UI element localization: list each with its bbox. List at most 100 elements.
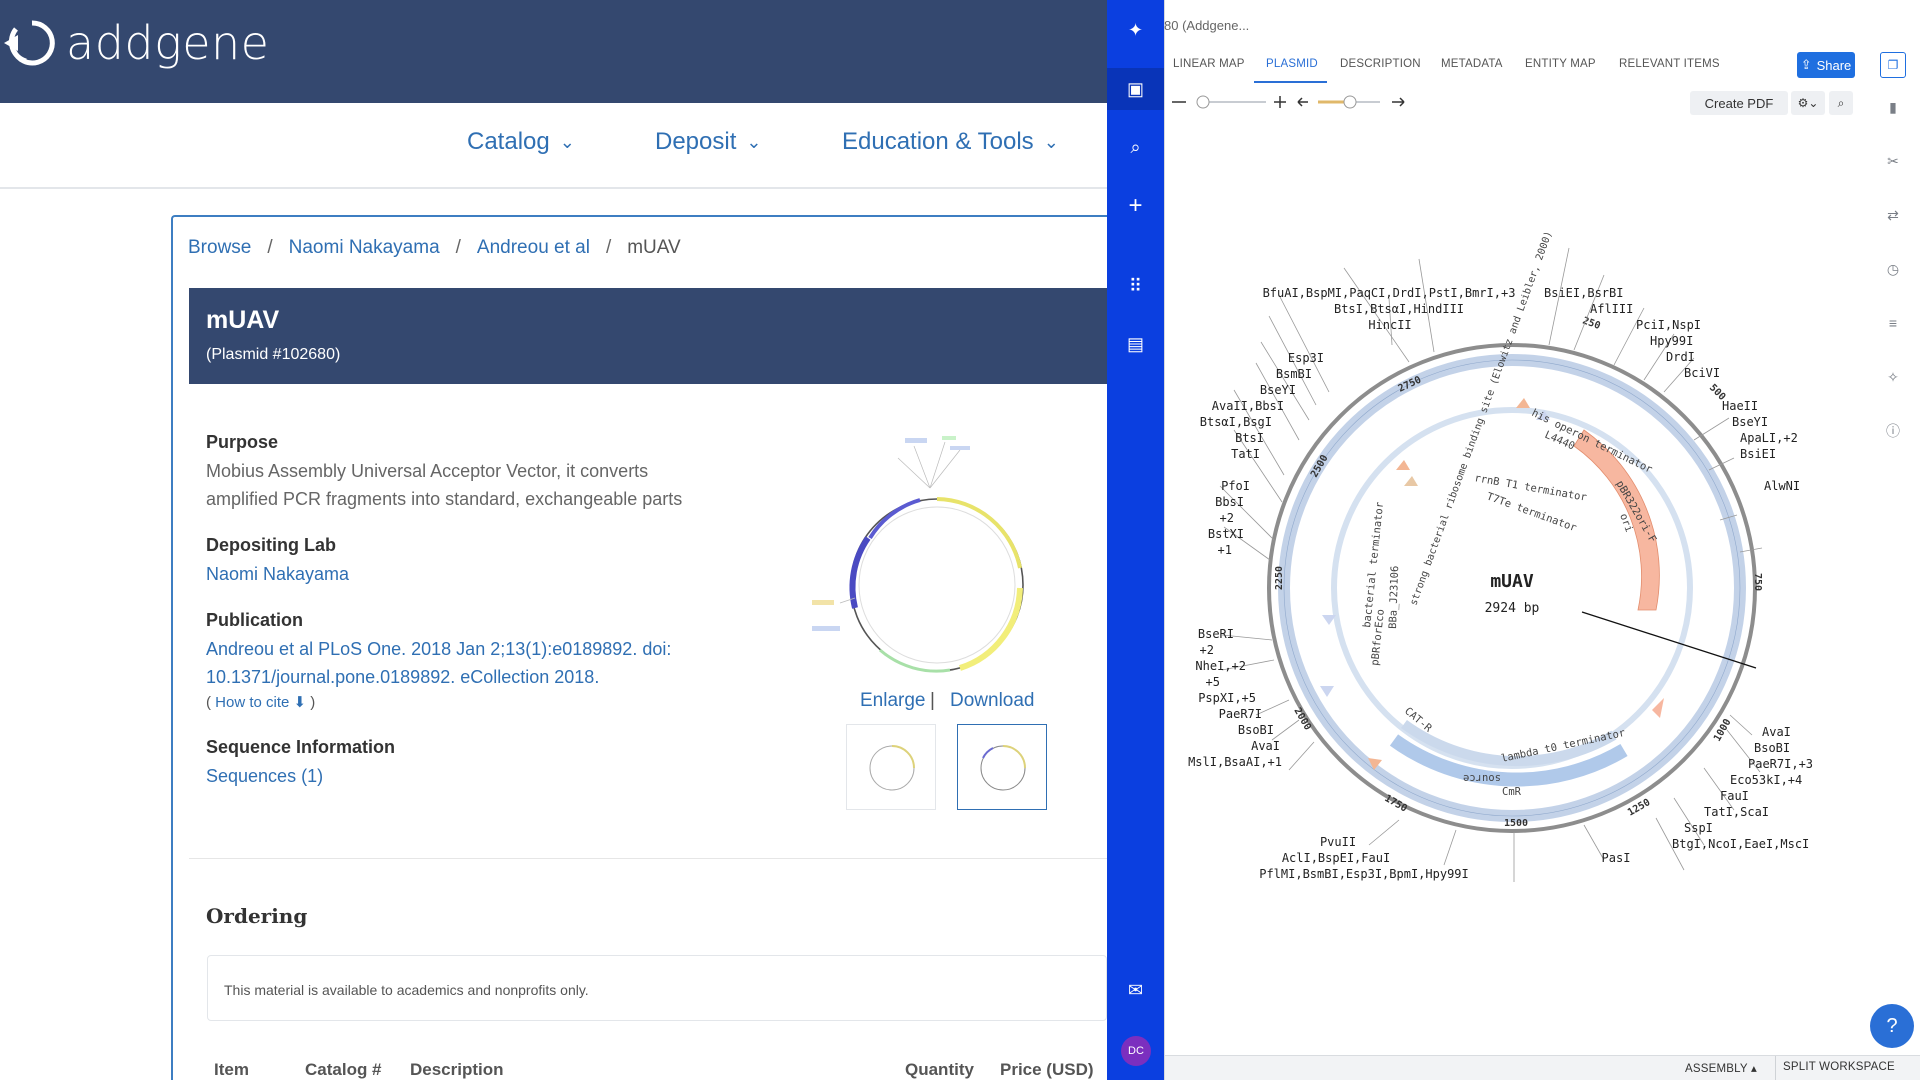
zoom-slider-handle	[1196, 95, 1210, 109]
enzyme-label: PflMI,BsmBI,Esp3I,BpmI,Hpy99I	[1259, 867, 1469, 881]
split-workspace-button[interactable]: SPLIT WORKSPACE	[1783, 1061, 1895, 1073]
enzyme-label: Esp3I	[1288, 351, 1324, 365]
nav-catalog[interactable]: Catalog ⌄	[467, 128, 575, 156]
enzyme-label: HincII	[1368, 318, 1411, 332]
enzyme-label: PspXI,+5	[1198, 691, 1256, 705]
history-icon[interactable]: ◷	[1866, 254, 1920, 284]
how-to-cite[interactable]: ( How to cite ⬇ )	[206, 693, 315, 711]
breadcrumb: Browse / Naomi Nakayama / Andreou et al …	[188, 237, 681, 259]
enzyme-label: PasI	[1602, 851, 1631, 865]
nav-deposit-label: Deposit	[655, 128, 737, 155]
chevron-down-icon: ⌄	[1043, 131, 1059, 152]
enzyme-label: +5	[1206, 675, 1220, 689]
avatar[interactable]: DC	[1121, 1036, 1151, 1066]
lab-link[interactable]: Naomi Nakayama	[206, 560, 349, 588]
nav-education-tools[interactable]: Education & Tools ⌄	[842, 128, 1059, 156]
map-thumbnail-2[interactable]	[957, 724, 1047, 810]
info-icon[interactable]: ⓘ	[1866, 416, 1920, 446]
enzyme-label: +2	[1220, 511, 1234, 525]
enzyme-label: BseRI	[1198, 627, 1234, 641]
tab-linear-map[interactable]: LINEAR MAP	[1173, 58, 1245, 70]
purpose-heading: Purpose	[206, 432, 279, 452]
plasmid-id: (Plasmid #102680)	[206, 346, 341, 363]
breadcrumb-browse[interactable]: Browse	[188, 237, 251, 259]
folder-icon[interactable]: ▤	[1107, 324, 1164, 364]
enzyme-label: Hpy99I	[1650, 334, 1693, 348]
tab-plasmid[interactable]: PLASMID	[1266, 58, 1318, 70]
tab-entity-map[interactable]: ENTITY MAP	[1525, 58, 1596, 70]
feature-label: BBa_J23106	[1387, 566, 1401, 630]
enzyme-label: PaeR7I	[1219, 707, 1262, 721]
sequence-heading: Sequence Information	[206, 737, 396, 757]
create-pdf-button[interactable]: Create PDF	[1690, 91, 1788, 115]
enzyme-label: BstXI	[1208, 527, 1244, 541]
plasmid-map-image[interactable]	[810, 428, 1040, 688]
benchling-logo-icon[interactable]: ✦	[1107, 10, 1164, 50]
scissors-icon[interactable]: ✂	[1866, 146, 1920, 176]
tab-relevant-items[interactable]: RELEVANT ITEMS	[1619, 58, 1720, 70]
plus-icon[interactable]: +	[1107, 186, 1164, 226]
enzyme-label: BtgI,NcoI,EaeI,MscI	[1672, 837, 1809, 851]
enzyme-label: +2	[1200, 643, 1214, 657]
enzyme-label: NheI,+2	[1195, 659, 1246, 673]
enzyme-label: AclI,BspEI,FauI	[1282, 851, 1390, 865]
title-band: mUAV (Plasmid #102680)	[189, 288, 1107, 384]
enzyme-label: HaeII	[1722, 399, 1758, 413]
page-title: mUAV	[206, 306, 280, 334]
enzyme-label: +1	[1218, 543, 1232, 557]
col-catalog: Catalog #	[305, 1060, 382, 1079]
enzyme-label: BbsI	[1215, 495, 1244, 509]
enzyme-label: AlwNI	[1764, 479, 1800, 493]
enzyme-label: BseYI	[1732, 415, 1768, 429]
enlarge-link[interactable]: Enlarge	[860, 690, 926, 712]
tick-1750: 1750	[1383, 793, 1409, 815]
share-icon: ⇪	[1800, 57, 1812, 72]
download-arrow-icon: ⬇	[293, 694, 307, 711]
bookmark-icon[interactable]: ▮	[1866, 92, 1920, 122]
plasmid-length: 2924 bp	[1485, 601, 1540, 616]
share-button[interactable]: ⇪ Share	[1797, 52, 1855, 78]
tab-description[interactable]: DESCRIPTION	[1340, 58, 1421, 70]
sparkle-icon[interactable]: ✧	[1866, 362, 1920, 392]
enzyme-label: FauI	[1720, 789, 1749, 803]
search-icon[interactable]: ⌕	[1829, 91, 1853, 115]
enzyme-label: Eco53kI,+4	[1730, 773, 1802, 787]
enzyme-label: PvuII	[1320, 835, 1356, 849]
settings-dropdown[interactable]: ⚙ ⌄	[1791, 91, 1825, 115]
enzyme-label: AvaII,BbsI	[1212, 399, 1284, 413]
download-link[interactable]: Download	[950, 690, 1035, 712]
sequences-link[interactable]: Sequences (1)	[206, 762, 323, 790]
nav-education-tools-label: Education & Tools	[842, 128, 1034, 155]
nav-deposit[interactable]: Deposit ⌄	[655, 128, 761, 156]
help-button[interactable]: ?	[1870, 1004, 1914, 1048]
grid-icon[interactable]: ⠿	[1107, 266, 1164, 306]
briefcase-icon[interactable]: ▣	[1107, 68, 1164, 110]
notifications-icon[interactable]: ✉	[1107, 970, 1164, 1010]
addgene-logo[interactable]: addgene	[2, 16, 269, 70]
availability-notice: This material is available to academics …	[207, 955, 1107, 1021]
plasmid-map[interactable]: 250 500 750 1000 1250 1500 1750 2000 225…	[1164, 130, 1864, 930]
tab-metadata[interactable]: METADATA	[1441, 58, 1503, 70]
enzyme-label: AflIII	[1590, 302, 1633, 316]
assembly-button[interactable]: ASSEMBLY ▴	[1685, 1061, 1757, 1075]
swap-icon[interactable]: ⇄	[1866, 200, 1920, 230]
publication-link-1[interactable]: Andreou et al PLoS One. 2018 Jan 2;13(1)…	[206, 635, 671, 663]
enzyme-label: BtsI	[1235, 431, 1264, 445]
document-title: 80 (Addgene...	[1164, 18, 1250, 33]
breadcrumb-andreou[interactable]: Andreou et al	[477, 237, 590, 259]
map-thumbnail-1[interactable]	[846, 724, 936, 810]
enzyme-label: SspI	[1684, 821, 1713, 835]
enzyme-label: BsiEI,BsrBI	[1544, 286, 1623, 300]
copy-icon[interactable]: ❐	[1880, 52, 1906, 78]
feature-label: source	[1463, 772, 1501, 784]
breadcrumb-naomi-nakayama[interactable]: Naomi Nakayama	[289, 237, 440, 259]
publication-link-2[interactable]: 10.1371/journal.pone.0189892. eCollectio…	[206, 663, 599, 691]
list-icon[interactable]: ≡	[1866, 308, 1920, 338]
enzyme-label: AvaI	[1762, 725, 1791, 739]
rotate-left-icon	[1297, 97, 1308, 107]
enzyme-label: AvaI	[1251, 739, 1280, 753]
search-icon[interactable]: ⌕	[1107, 127, 1164, 167]
enzyme-label: BsmBI	[1276, 367, 1312, 381]
enzyme-label: BtsI,BtsαI,HindIII	[1334, 302, 1464, 316]
addgene-logo-icon	[4, 20, 55, 66]
